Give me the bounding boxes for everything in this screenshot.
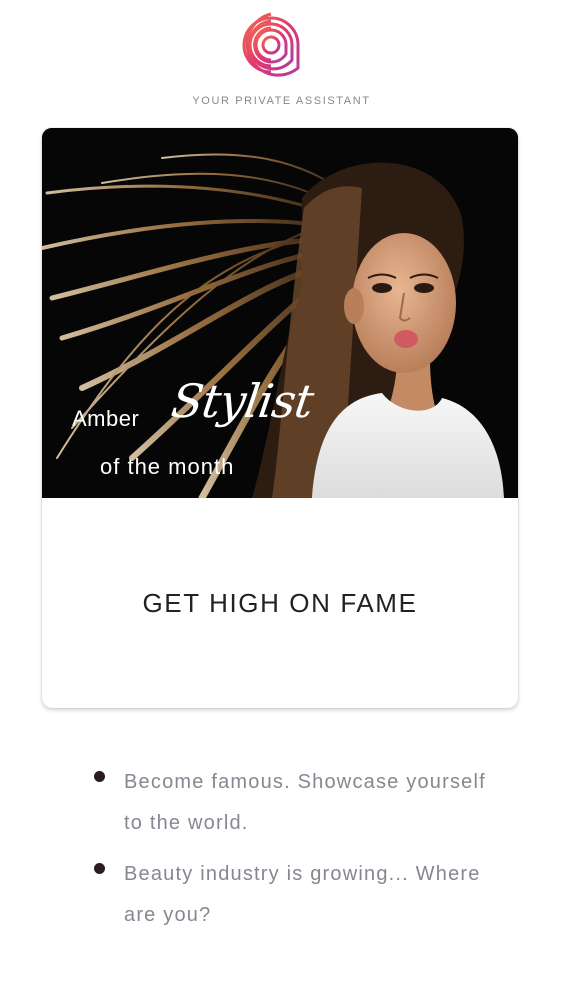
bullet-text: Become famous. Showcase yourself to the …: [124, 771, 486, 834]
benefits-list: Become famous. Showcase yourself to the …: [94, 771, 494, 958]
bullet-dot-icon: [94, 863, 105, 874]
bullet-dot-icon: [94, 771, 105, 782]
screen: YOUR PRIVATE ASSISTANT Amber Stylist of …: [0, 0, 563, 1000]
list-item: Beauty industry is growing... Where are …: [94, 854, 494, 936]
featured-stylist-card[interactable]: Amber Stylist of the month GET HIGH ON F…: [42, 128, 518, 708]
card-title: GET HIGH ON FAME: [142, 588, 418, 618]
stylist-subtitle: of the month: [100, 454, 235, 479]
tagline: YOUR PRIVATE ASSISTANT: [192, 95, 371, 107]
stylist-name: Amber: [72, 406, 140, 431]
list-item: Become famous. Showcase yourself to the …: [94, 762, 494, 844]
stylist-photo: [42, 128, 518, 498]
app-logo-icon: [236, 10, 306, 80]
bullet-text: Beauty industry is growing... Where are …: [124, 863, 481, 926]
stylist-script-word: Stylist: [168, 374, 317, 428]
